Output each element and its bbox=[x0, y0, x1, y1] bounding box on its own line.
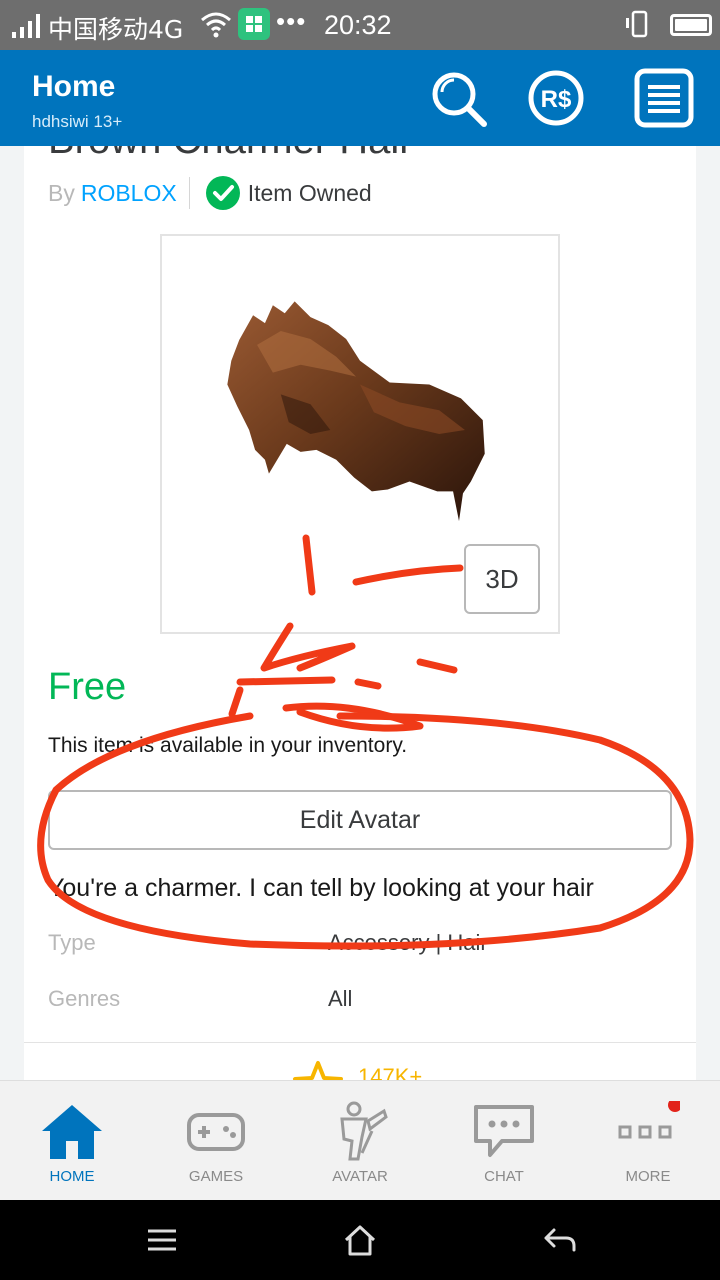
nav-games[interactable]: GAMES bbox=[144, 1081, 288, 1201]
divider bbox=[24, 1042, 696, 1043]
availability-text: This item is available in your inventory… bbox=[48, 734, 408, 757]
nav-games-label: GAMES bbox=[188, 1168, 244, 1185]
menu-icon[interactable] bbox=[144, 1222, 180, 1258]
more-notifications-indicator: ••• bbox=[276, 6, 307, 36]
item-details-card: Brown Charmer Hair By ROBLOX Item Owned … bbox=[24, 146, 696, 1096]
genres-value: All bbox=[328, 986, 353, 1011]
item-price: Free bbox=[48, 666, 127, 708]
type-label: Type bbox=[48, 930, 96, 955]
back-icon[interactable] bbox=[542, 1222, 578, 1258]
genres-label: Genres bbox=[48, 986, 121, 1011]
app-notification-icon bbox=[238, 8, 270, 40]
by-label: By bbox=[48, 179, 75, 206]
status-bar: 中国移动4G ••• 20:32 bbox=[0, 0, 720, 50]
system-nav-bar bbox=[0, 1200, 720, 1280]
app-header: Home hdhsiwi 13+ R$ bbox=[0, 50, 720, 146]
item-title: Brown Charmer Hair bbox=[48, 146, 413, 163]
item-description: You're a charmer. I can tell by looking … bbox=[48, 874, 594, 902]
username-label: hdhsiwi 13+ bbox=[32, 112, 123, 131]
robux-icon[interactable]: R$ bbox=[526, 68, 586, 128]
checkmark-icon bbox=[205, 176, 240, 210]
nav-avatar[interactable]: AVATAR bbox=[288, 1081, 432, 1201]
chat-icon bbox=[474, 1105, 534, 1157]
more-icon bbox=[618, 1101, 680, 1139]
vibrate-icon bbox=[626, 10, 648, 38]
nav-avatar-label: AVATAR bbox=[332, 1168, 388, 1185]
nav-home-label: HOME bbox=[49, 1168, 95, 1185]
divider bbox=[188, 177, 190, 209]
carrier-label: 中国移动4G bbox=[48, 15, 184, 44]
battery-icon bbox=[670, 14, 712, 36]
creator-row: By ROBLOX Item Owned bbox=[48, 176, 372, 210]
home-icon bbox=[42, 1105, 102, 1159]
creator-link[interactable]: ROBLOX bbox=[81, 180, 177, 207]
item-owned-label: Item Owned bbox=[247, 179, 372, 206]
clock: 20:32 bbox=[324, 10, 392, 40]
view-3d-button[interactable]: 3D bbox=[464, 544, 540, 614]
edit-avatar-button[interactable]: Edit Avatar bbox=[48, 790, 672, 850]
nav-home[interactable]: HOME bbox=[0, 1081, 144, 1201]
type-value: Accessory | Hair bbox=[328, 930, 488, 955]
gamepad-icon bbox=[187, 1113, 245, 1151]
menu-icon[interactable] bbox=[634, 68, 694, 128]
page-title: Home bbox=[32, 70, 116, 103]
signal-icon bbox=[12, 14, 40, 38]
item-thumbnail: 3D bbox=[160, 234, 560, 634]
svg-text:R$: R$ bbox=[541, 86, 572, 113]
nav-chat-label: CHAT bbox=[484, 1168, 524, 1185]
avatar-icon bbox=[340, 1101, 388, 1161]
nav-chat[interactable]: CHAT bbox=[432, 1081, 576, 1201]
bottom-nav: HOME GAMES AVATAR CHAT MORE bbox=[0, 1080, 720, 1200]
wifi-icon bbox=[201, 12, 231, 38]
nav-more[interactable]: MORE bbox=[576, 1081, 720, 1201]
nav-more-label: MORE bbox=[625, 1168, 671, 1185]
home-icon[interactable] bbox=[342, 1222, 378, 1258]
search-icon[interactable] bbox=[428, 68, 488, 128]
